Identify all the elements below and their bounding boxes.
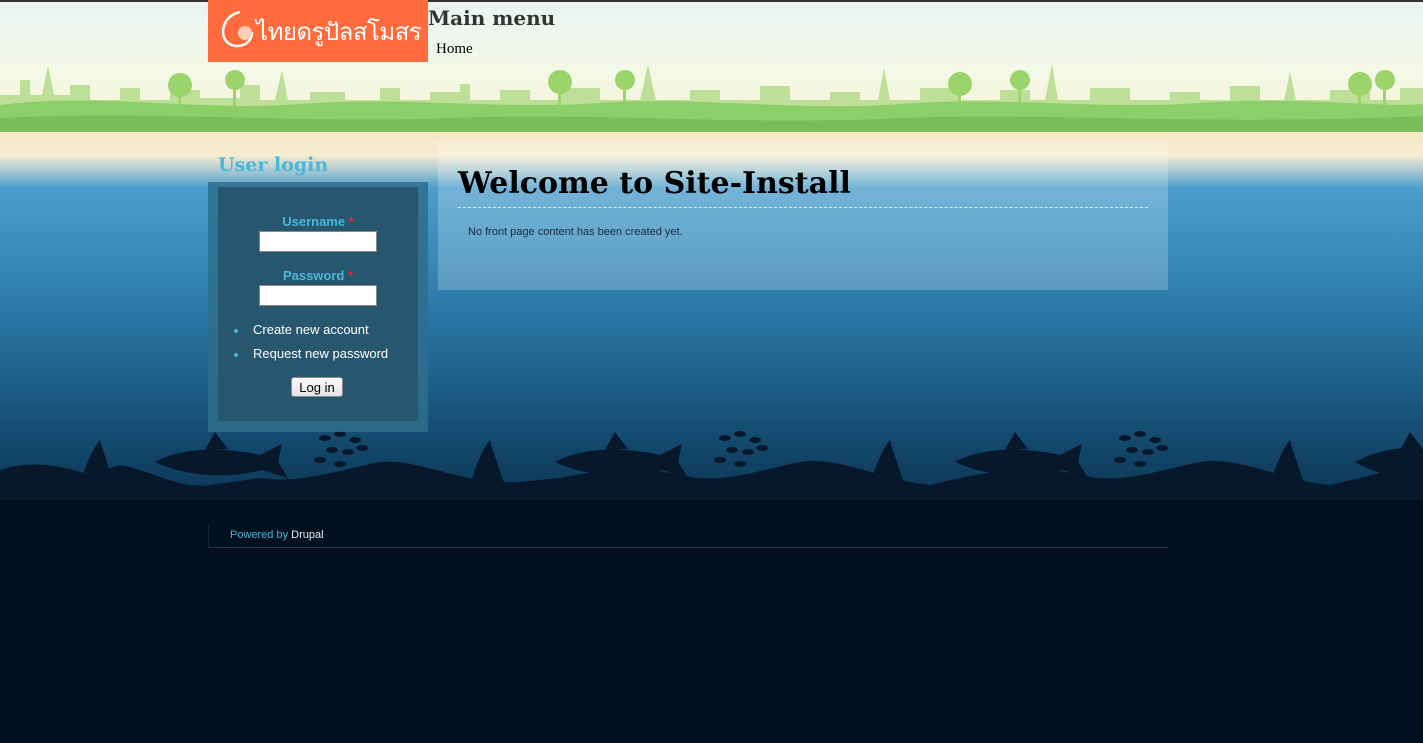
- front-page-message: No front page content has been created y…: [468, 226, 683, 238]
- logo-drop-icon: [221, 10, 254, 48]
- page-title: Welcome to Site-Install: [458, 166, 851, 201]
- user-login-title: User login: [218, 154, 329, 176]
- user-login-block: User login Username * Password * Create …: [208, 150, 428, 432]
- password-label: Password *: [282, 268, 354, 283]
- request-password-link[interactable]: Request new password: [253, 346, 388, 361]
- powered-by-label: Powered by: [230, 529, 289, 541]
- footer-text: Powered by Drupal: [230, 529, 324, 541]
- main-content: Welcome to Site-Install No front page co…: [438, 140, 1168, 290]
- title-divider: [458, 207, 1148, 208]
- username-input[interactable]: [259, 231, 377, 252]
- create-account-link[interactable]: Create new account: [253, 322, 369, 337]
- required-marker: *: [348, 214, 354, 229]
- username-label: Username *: [282, 214, 354, 229]
- menu-item-home[interactable]: Home: [436, 41, 473, 58]
- login-button[interactable]: Log in: [291, 377, 343, 397]
- site-logo[interactable]: ไทยดรูปัลสโมสร: [208, 0, 428, 62]
- required-marker: *: [347, 268, 354, 283]
- bullet-icon: [234, 353, 238, 357]
- login-form: Username * Password * Create new account…: [218, 187, 418, 421]
- password-input[interactable]: [259, 285, 377, 306]
- footer: Powered by Drupal: [208, 523, 1168, 548]
- main-menu-title: Main menu: [428, 6, 556, 30]
- logo-text: ไทยดรูปัลสโมสร: [256, 18, 422, 46]
- drupal-link[interactable]: Drupal: [291, 529, 323, 541]
- bullet-icon: [234, 329, 238, 333]
